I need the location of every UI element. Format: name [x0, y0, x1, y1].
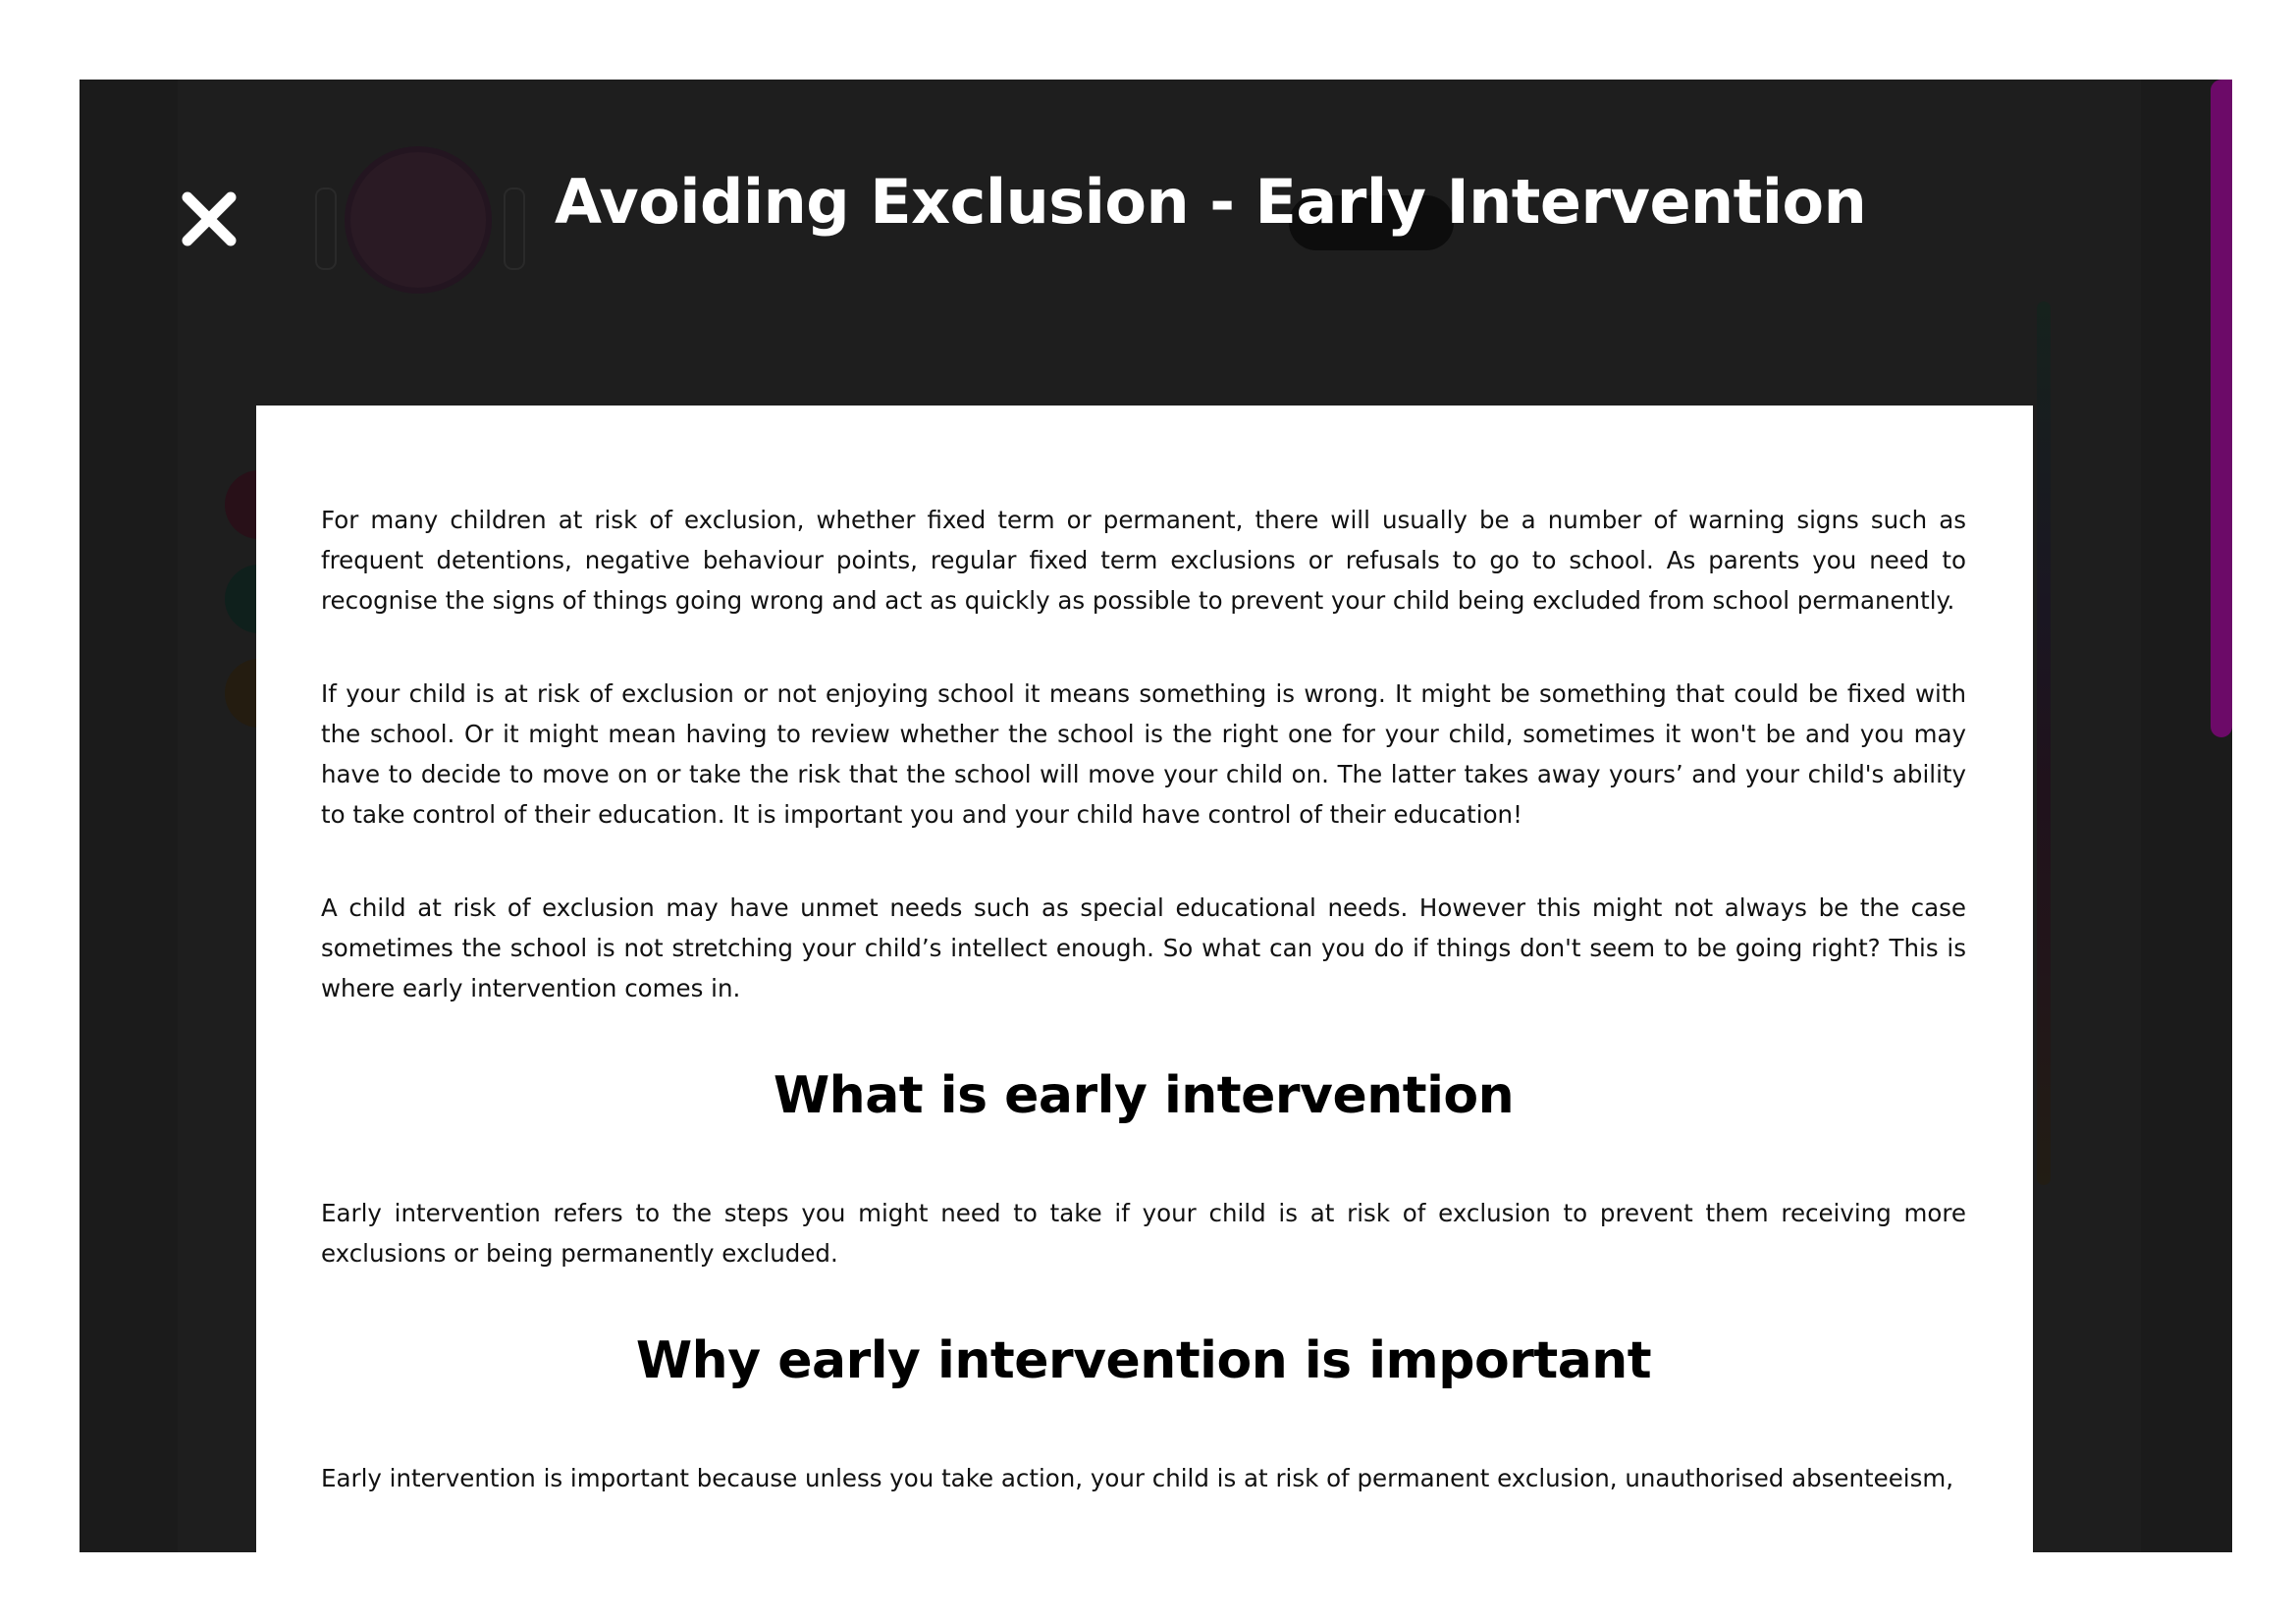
site-logo — [345, 146, 492, 294]
modal-title: Avoiding Exclusion - Early Intervention — [555, 166, 1867, 238]
page-viewport: Avoiding Exclusion - Early Intervention … — [80, 80, 2232, 1552]
close-button[interactable] — [178, 188, 240, 250]
side-color-rail — [2037, 301, 2051, 1185]
scrollbar[interactable] — [2211, 80, 2232, 1552]
logo-wing-right — [504, 188, 525, 270]
paragraph-warning-signs: For many children at risk of exclusion, … — [321, 506, 1966, 615]
close-icon[interactable] — [178, 188, 240, 250]
scrollbar-thumb[interactable] — [2211, 80, 2232, 737]
paragraph-unmet-needs: A child at risk of exclusion may have un… — [321, 893, 1966, 1002]
modal-panel: For many children at risk of exclusion, … — [256, 406, 2033, 1552]
modal-content: For many children at risk of exclusion, … — [321, 500, 1966, 1551]
paragraph-importance: Early intervention is important because … — [321, 1464, 1954, 1492]
heading-why-important: Why early intervention is important — [635, 1331, 1652, 1390]
paragraph-something-wrong: If your child is at risk of exclusion or… — [321, 679, 1966, 829]
paragraph-definition: Early intervention refers to the steps y… — [321, 1199, 1966, 1268]
logo-wing-left — [315, 188, 337, 270]
heading-what-is-early-intervention: What is early intervention — [773, 1066, 1515, 1125]
